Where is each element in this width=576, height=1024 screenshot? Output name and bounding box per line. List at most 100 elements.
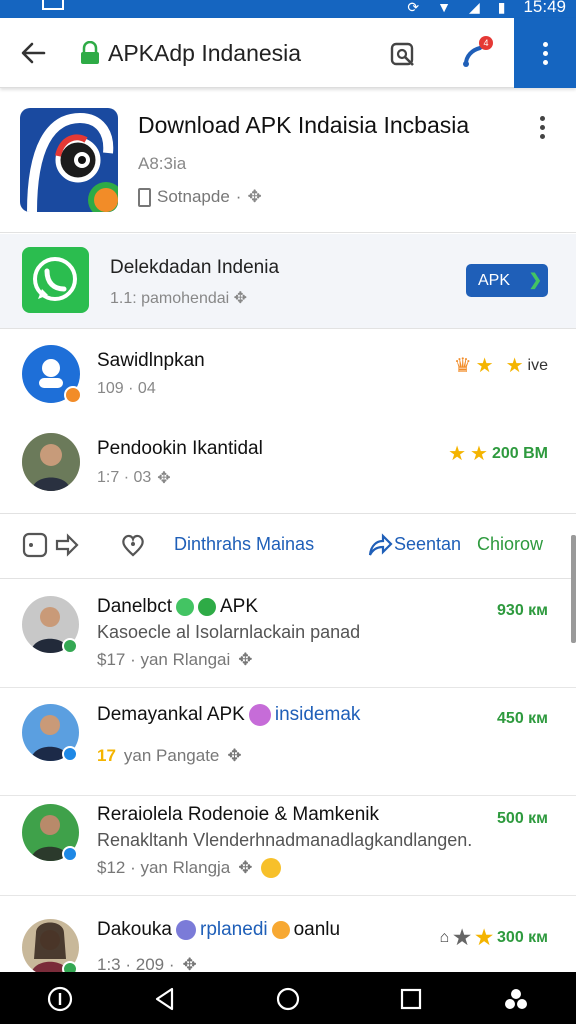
verified-badge — [62, 638, 78, 654]
featured-item[interactable]: Sawidlnpkan 109 · 04 ♛ ★ ★ ive — [0, 335, 576, 415]
puzzle-icon: ✥ — [238, 650, 253, 669]
item-name: Danelbct APK — [97, 596, 259, 617]
extensions-button[interactable]: 4 — [462, 36, 493, 73]
verified-badge — [62, 746, 78, 762]
page-title: APKAdp Indanesia — [108, 40, 302, 66]
chevron-right-icon: ❯ — [528, 272, 542, 289]
item-meta: $17 · yan Rlangai ✥ — [97, 650, 253, 669]
star-icon: ★ — [505, 355, 524, 377]
puzzle-icon: ✥ — [238, 858, 253, 877]
puzzle-icon: ✥ — [227, 746, 242, 765]
lock-icon — [81, 41, 99, 64]
size-text: 200 ВМ — [491, 444, 548, 462]
list-item[interactable]: Dakouka rplanedi oanlu 1:3 · 209 · ✥ ⌂ ★ ★ 3… — [0, 903, 576, 972]
share-link[interactable]: Seentan — [394, 534, 461, 555]
item-size: 500 км — [497, 810, 548, 827]
featured-meta: 109 · 04 — [97, 380, 156, 397]
item-size: ⌂ ★ ★ 300 км — [439, 927, 548, 949]
follow-link[interactable]: Chiorow — [477, 534, 543, 555]
scrollbar[interactable] — [571, 535, 576, 643]
item-name: Demayankal APK insidemak — [97, 704, 361, 726]
featured-name: Sawidlnpkan — [97, 350, 205, 371]
separator-dot: · — [235, 187, 242, 206]
star-icon: ★ — [475, 355, 494, 377]
app-developer[interactable]: Sotnapde · ✥ — [138, 187, 262, 207]
rating: ★ ★ 200 ВМ — [448, 441, 548, 466]
featured-name: Pendookin Ikantidal — [97, 438, 263, 459]
list-item[interactable]: Demayankal APK insidemak 17 yan Pangate ✥ … — [0, 688, 576, 796]
star-icon: ★ — [475, 927, 494, 949]
recents-icon[interactable] — [398, 986, 424, 1012]
puzzle-icon: ✥ — [247, 187, 262, 206]
verified-badge — [62, 961, 78, 972]
puzzle-icon: ✥ — [233, 290, 248, 307]
item-description: Kasoecle al Isolarnlackain panad — [97, 622, 361, 642]
action-bar: Dinthrahs Mainas Seentan Chiorow — [0, 513, 576, 579]
list-item[interactable]: Reraiolela Rodenoie & Mamkenik Renakltan… — [0, 788, 576, 896]
developer-name: Sotnapde — [157, 187, 230, 206]
sync-icon: ⟳ — [407, 0, 420, 15]
item-name: Dakouka rplanedi oanlu — [97, 919, 341, 940]
avatar — [22, 433, 80, 491]
star-icon: ★ — [453, 927, 472, 949]
star-icon: ★ — [470, 443, 488, 465]
status-bar: ⟳ ▼ ◢ ▮ 15:49 — [0, 0, 576, 18]
back-arrow-icon[interactable] — [18, 38, 48, 68]
promo-name: Delekdadan Indenia — [110, 257, 280, 278]
phone-icon — [138, 187, 151, 207]
verified-badge — [62, 846, 78, 862]
accessibility-icon[interactable] — [503, 986, 529, 1012]
puzzle-icon: ✥ — [157, 470, 171, 487]
item-meta: 1:3 · 209 · ✥ — [97, 955, 197, 972]
home-icon[interactable] — [275, 986, 301, 1012]
emoji-icon — [176, 920, 196, 940]
heart-icon[interactable] — [120, 532, 146, 563]
emoji-icon — [271, 921, 290, 939]
zoom-icon[interactable] — [388, 40, 418, 70]
leaf-icon — [198, 598, 216, 616]
apk-button-label: APK — [478, 272, 511, 289]
back-icon[interactable] — [152, 986, 178, 1012]
home-icon: ⌂ — [439, 928, 450, 946]
item-description: Renakltanh Vlenderhnadmanadlagkandlangen… — [97, 830, 473, 850]
app-version: A8:3ia — [138, 154, 187, 173]
status-time: 15:49 — [523, 0, 566, 16]
system-nav-bar — [0, 972, 576, 1024]
promo-meta: 1.1: pamohendai ✥ — [110, 290, 248, 307]
verified-icon — [64, 386, 82, 404]
whatsapp-icon — [22, 247, 89, 313]
music-icon — [248, 704, 271, 726]
smile-icon — [260, 858, 281, 878]
rating-text: ive — [527, 356, 548, 374]
signal-icon: ◢ — [468, 0, 480, 15]
featured-item[interactable]: Pendookin Ikantidal 1:7 · 03 ✥ ★ ★ 200 В… — [0, 423, 576, 503]
promo-card[interactable]: Delekdadan Indenia 1.1: pamohendai ✥ APK… — [0, 234, 576, 329]
battery-icon: ▮ — [497, 0, 506, 15]
wifi-icon: ▼ — [437, 0, 451, 15]
trending-link[interactable]: Dinthrahs Mainas — [174, 534, 314, 555]
featured-meta: 1:7 · 03 ✥ — [97, 469, 171, 487]
apk-download-button[interactable]: APK ❯ — [466, 264, 548, 297]
app-icon[interactable] — [20, 108, 118, 212]
forward-icon[interactable] — [54, 532, 80, 563]
item-size: 930 км — [497, 602, 548, 619]
share-icon[interactable] — [367, 532, 393, 563]
list-item[interactable]: Danelbct APK Kasoecle al Isolarnlackain … — [0, 580, 576, 688]
puzzle-icon: ✥ — [182, 955, 197, 972]
notification-badge: 4 — [479, 36, 493, 50]
star-icon: ★ — [448, 443, 467, 465]
crown-icon: ♛ — [453, 355, 472, 377]
main-content: Download APK Indaisia Incbasia A8:3ia So… — [0, 88, 576, 972]
gallery-icon — [42, 0, 64, 10]
add-icon[interactable] — [22, 532, 48, 563]
assistant-icon[interactable] — [47, 986, 73, 1012]
item-size: 450 км — [497, 710, 548, 727]
overflow-menu-icon[interactable] — [514, 18, 576, 88]
app-title: Download APK Indaisia Incbasia — [138, 112, 470, 138]
more-options-icon[interactable] — [540, 116, 545, 139]
item-meta: $12 · yan Rlangja ✥ — [97, 858, 281, 878]
leaf-icon — [176, 598, 194, 616]
item-name: Reraiolela Rodenoie & Mamkenik — [97, 804, 379, 825]
app-bar: APKAdp Indanesia 4 — [0, 18, 576, 88]
item-meta: 17 yan Pangate ✥ — [97, 746, 242, 765]
